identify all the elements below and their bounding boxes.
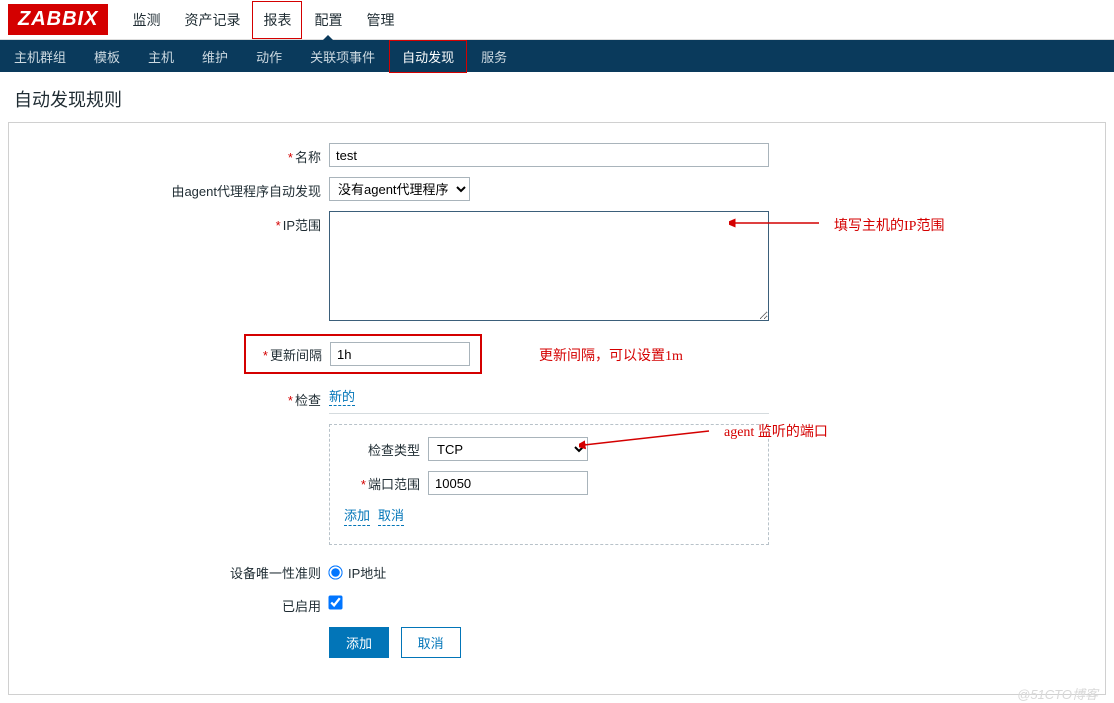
name-input[interactable] [329,143,769,167]
check-config-panel: 检查类型 TCP *端口范围 添加 取消 [329,424,769,545]
sub-nav-correlation[interactable]: 关联项事件 [296,39,389,74]
update-interval-input[interactable] [330,342,470,366]
sub-nav-maintenance[interactable]: 维护 [188,39,242,74]
page-title: 自动发现规则 [0,72,1114,122]
uniqueness-label: 设备唯一性准则 [19,559,329,582]
check-add-link[interactable]: 添加 [344,505,370,526]
sub-nav: 主机群组 模板 主机 维护 动作 关联项事件 自动发现 服务 [0,40,1114,72]
annotation-update-interval: 更新间隔，可以设置1m [539,345,683,365]
agent-proxy-label: 由agent代理程序自动发现 [19,177,329,200]
top-nav-inventory[interactable]: 资产记录 [172,0,252,40]
update-interval-highlight-box: *更新间隔 [244,334,482,374]
sub-nav-hosts[interactable]: 主机 [134,39,188,74]
sub-nav-services[interactable]: 服务 [467,39,521,74]
top-nav: ZABBIX 监测 资产记录 报表 配置 管理 [0,0,1114,40]
top-nav-reports[interactable]: 报表 [252,1,302,39]
ip-range-label: *IP范围 [19,211,329,234]
watermark: @51CTO博客 [1017,684,1098,703]
port-range-label: *端口范围 [344,474,428,493]
update-interval-label: 更新间隔 [270,348,322,363]
discovery-form: *名称 由agent代理程序自动发现 没有agent代理程序 *IP范围 *更新… [8,122,1106,695]
sub-nav-actions[interactable]: 动作 [242,39,296,74]
sub-nav-templates[interactable]: 模板 [80,39,134,74]
check-type-select[interactable]: TCP [428,437,588,461]
checks-new-link[interactable]: 新的 [329,389,355,406]
sub-nav-hostgroups[interactable]: 主机群组 [0,39,80,74]
uniqueness-radio-ip[interactable] [328,565,342,579]
check-cancel-link[interactable]: 取消 [378,505,404,526]
annotation-agent-port: agent 监听的端口 [724,421,828,441]
top-nav-configuration[interactable]: 配置 [302,0,354,40]
submit-button[interactable]: 添加 [329,627,389,658]
checks-label: *检查 [19,386,329,409]
annotation-ip-range: 填写主机的IP范围 [834,215,944,235]
enabled-checkbox[interactable] [328,595,342,609]
enabled-label: 已启用 [19,592,329,615]
top-nav-monitoring[interactable]: 监测 [120,0,172,40]
agent-proxy-select[interactable]: 没有agent代理程序 [329,177,470,201]
port-range-input[interactable] [428,471,588,495]
sub-nav-discovery[interactable]: 自动发现 [389,40,467,73]
top-nav-administration[interactable]: 管理 [354,0,406,40]
ip-range-input[interactable] [329,211,769,321]
logo: ZABBIX [8,4,108,35]
check-type-label: 检查类型 [344,440,428,459]
name-label: *名称 [19,143,329,166]
cancel-button[interactable]: 取消 [401,627,461,658]
uniqueness-option-label: IP地址 [348,563,386,582]
